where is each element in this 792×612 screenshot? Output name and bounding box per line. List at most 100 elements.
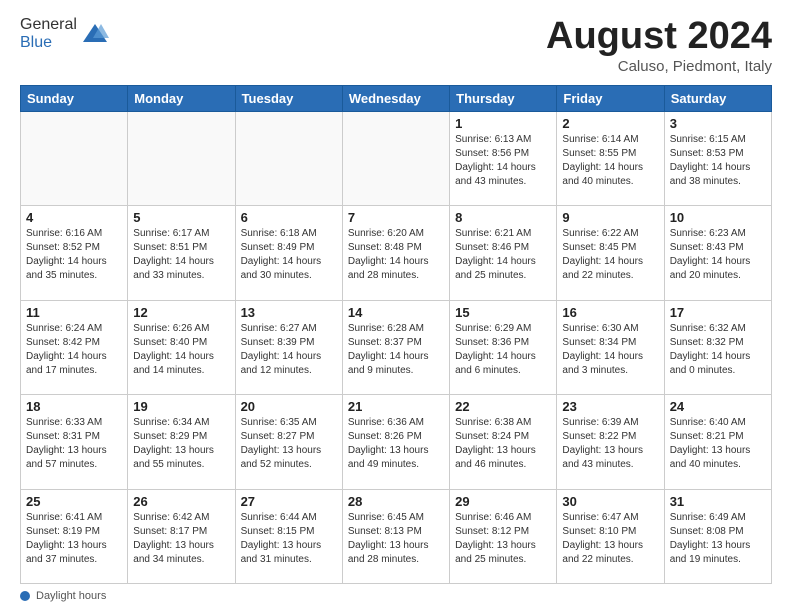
calendar-cell: 8 Sunrise: 6:21 AM Sunset: 8:46 PM Daylig… bbox=[450, 206, 557, 300]
day-info: Sunrise: 6:15 AM Sunset: 8:53 PM Dayligh… bbox=[670, 133, 766, 189]
calendar-cell: 6Sunrise: 6:18 AM Sunset: 8:49 PM Daylig… bbox=[235, 206, 342, 300]
calendar-cell: 19Sunrise: 6:34 AM Sunset: 8:29 PM Dayli… bbox=[128, 395, 235, 489]
logo-general-text: General bbox=[20, 16, 77, 33]
day-info: Sunrise: 6:44 AM Sunset: 8:15 PM Dayligh… bbox=[241, 511, 337, 567]
day-info: Sunrise: 6:41 AM Sunset: 8:19 PM Dayligh… bbox=[26, 511, 122, 567]
col-header-tuesday: Tuesday bbox=[235, 85, 342, 111]
day-info: Sunrise: 6:26 AM Sunset: 8:40 PM Dayligh… bbox=[133, 322, 229, 378]
footer: Daylight hours bbox=[20, 590, 772, 602]
day-info: Sunrise: 6:45 AM Sunset: 8:13 PM Dayligh… bbox=[348, 511, 444, 567]
calendar-cell: 2 Sunrise: 6:14 AM Sunset: 8:55 PM Daylig… bbox=[557, 111, 664, 205]
day-number: 6 bbox=[241, 210, 337, 225]
calendar-cell: 18 Sunrise: 6:33 AM Sunset: 8:31 PM Dayli… bbox=[21, 395, 128, 489]
calendar-cell: 20Sunrise: 6:35 AM Sunset: 8:27 PM Dayli… bbox=[235, 395, 342, 489]
calendar-cell: 31 Sunrise: 6:49 AM Sunset: 8:08 PM Dayli… bbox=[664, 489, 771, 583]
day-info: Sunrise: 6:32 AM Sunset: 8:32 PM Dayligh… bbox=[670, 322, 766, 378]
day-number: 28 bbox=[348, 494, 444, 509]
day-info: Sunrise: 6:49 AM Sunset: 8:08 PM Dayligh… bbox=[670, 511, 766, 567]
day-number: 11 bbox=[26, 305, 122, 320]
calendar-cell: 23 Sunrise: 6:39 AM Sunset: 8:22 PM Dayli… bbox=[557, 395, 664, 489]
page: General Blue August 2024 Caluso, Piedmon… bbox=[0, 0, 792, 612]
day-number: 13 bbox=[241, 305, 337, 320]
calendar-cell: 28 Sunrise: 6:45 AM Sunset: 8:13 PM Dayli… bbox=[342, 489, 449, 583]
col-header-wednesday: Wednesday bbox=[342, 85, 449, 111]
header: General Blue August 2024 Caluso, Piedmon… bbox=[20, 16, 772, 75]
day-number: 2 bbox=[562, 116, 658, 131]
footer-label: Daylight hours bbox=[36, 590, 106, 602]
day-info: Sunrise: 6:23 AM Sunset: 8:43 PM Dayligh… bbox=[670, 227, 766, 283]
day-info: Sunrise: 6:30 AM Sunset: 8:34 PM Dayligh… bbox=[562, 322, 658, 378]
calendar-cell: 7 Sunrise: 6:20 AM Sunset: 8:48 PM Daylig… bbox=[342, 206, 449, 300]
subtitle: Caluso, Piedmont, Italy bbox=[546, 58, 772, 75]
day-info: Sunrise: 6:14 AM Sunset: 8:55 PM Dayligh… bbox=[562, 133, 658, 189]
day-number: 18 bbox=[26, 399, 122, 414]
col-header-thursday: Thursday bbox=[450, 85, 557, 111]
day-number: 29 bbox=[455, 494, 551, 509]
col-header-sunday: Sunday bbox=[21, 85, 128, 111]
day-info: Sunrise: 6:40 AM Sunset: 8:21 PM Dayligh… bbox=[670, 416, 766, 472]
day-info: Sunrise: 6:24 AM Sunset: 8:42 PM Dayligh… bbox=[26, 322, 122, 378]
week-row-1: 4 Sunrise: 6:16 AM Sunset: 8:52 PM Daylig… bbox=[21, 206, 772, 300]
day-number: 24 bbox=[670, 399, 766, 414]
day-info: Sunrise: 6:39 AM Sunset: 8:22 PM Dayligh… bbox=[562, 416, 658, 472]
calendar-cell: 14 Sunrise: 6:28 AM Sunset: 8:37 PM Dayli… bbox=[342, 300, 449, 394]
calendar-cell: 13 Sunrise: 6:27 AM Sunset: 8:39 PM Dayli… bbox=[235, 300, 342, 394]
day-number: 1 bbox=[455, 116, 551, 131]
calendar-table: SundayMondayTuesdayWednesdayThursdayFrid… bbox=[20, 85, 772, 584]
day-number: 9 bbox=[562, 210, 658, 225]
day-info: Sunrise: 6:47 AM Sunset: 8:10 PM Dayligh… bbox=[562, 511, 658, 567]
calendar-cell: 16Sunrise: 6:30 AM Sunset: 8:34 PM Dayli… bbox=[557, 300, 664, 394]
day-number: 31 bbox=[670, 494, 766, 509]
calendar-cell bbox=[235, 111, 342, 205]
calendar-cell: 26 Sunrise: 6:42 AM Sunset: 8:17 PM Dayli… bbox=[128, 489, 235, 583]
day-info: Sunrise: 6:42 AM Sunset: 8:17 PM Dayligh… bbox=[133, 511, 229, 567]
title-block: August 2024 Caluso, Piedmont, Italy bbox=[546, 16, 772, 75]
day-number: 7 bbox=[348, 210, 444, 225]
calendar-cell: 24 Sunrise: 6:40 AM Sunset: 8:21 PM Dayli… bbox=[664, 395, 771, 489]
day-info: Sunrise: 6:38 AM Sunset: 8:24 PM Dayligh… bbox=[455, 416, 551, 472]
day-number: 23 bbox=[562, 399, 658, 414]
calendar-cell: 3 Sunrise: 6:15 AM Sunset: 8:53 PM Daylig… bbox=[664, 111, 771, 205]
day-info: Sunrise: 6:27 AM Sunset: 8:39 PM Dayligh… bbox=[241, 322, 337, 378]
logo: General Blue bbox=[20, 16, 109, 52]
calendar-cell: 21 Sunrise: 6:36 AM Sunset: 8:26 PM Dayli… bbox=[342, 395, 449, 489]
week-row-3: 18 Sunrise: 6:33 AM Sunset: 8:31 PM Dayli… bbox=[21, 395, 772, 489]
day-info: Sunrise: 6:20 AM Sunset: 8:48 PM Dayligh… bbox=[348, 227, 444, 283]
day-info: Sunrise: 6:33 AM Sunset: 8:31 PM Dayligh… bbox=[26, 416, 122, 472]
calendar-cell: 4 Sunrise: 6:16 AM Sunset: 8:52 PM Daylig… bbox=[21, 206, 128, 300]
calendar-cell bbox=[128, 111, 235, 205]
calendar-cell bbox=[342, 111, 449, 205]
logo-blue-text: Blue bbox=[20, 34, 52, 51]
col-header-monday: Monday bbox=[128, 85, 235, 111]
calendar-cell: 5Sunrise: 6:17 AM Sunset: 8:51 PM Daylig… bbox=[128, 206, 235, 300]
day-info: Sunrise: 6:16 AM Sunset: 8:52 PM Dayligh… bbox=[26, 227, 122, 283]
calendar-cell: 15Sunrise: 6:29 AM Sunset: 8:36 PM Dayli… bbox=[450, 300, 557, 394]
col-header-saturday: Saturday bbox=[664, 85, 771, 111]
footer-dot-icon bbox=[20, 591, 30, 601]
day-info: Sunrise: 6:21 AM Sunset: 8:46 PM Dayligh… bbox=[455, 227, 551, 283]
day-number: 5 bbox=[133, 210, 229, 225]
day-number: 8 bbox=[455, 210, 551, 225]
day-info: Sunrise: 6:36 AM Sunset: 8:26 PM Dayligh… bbox=[348, 416, 444, 472]
calendar-cell: 11 Sunrise: 6:24 AM Sunset: 8:42 PM Dayli… bbox=[21, 300, 128, 394]
calendar-cell: 12Sunrise: 6:26 AM Sunset: 8:40 PM Dayli… bbox=[128, 300, 235, 394]
day-info: Sunrise: 6:46 AM Sunset: 8:12 PM Dayligh… bbox=[455, 511, 551, 567]
day-info: Sunrise: 6:28 AM Sunset: 8:37 PM Dayligh… bbox=[348, 322, 444, 378]
week-row-0: 1Sunrise: 6:13 AM Sunset: 8:56 PM Daylig… bbox=[21, 111, 772, 205]
day-number: 3 bbox=[670, 116, 766, 131]
day-info: Sunrise: 6:22 AM Sunset: 8:45 PM Dayligh… bbox=[562, 227, 658, 283]
day-number: 14 bbox=[348, 305, 444, 320]
calendar-cell: 1Sunrise: 6:13 AM Sunset: 8:56 PM Daylig… bbox=[450, 111, 557, 205]
calendar-cell: 29 Sunrise: 6:46 AM Sunset: 8:12 PM Dayli… bbox=[450, 489, 557, 583]
calendar-cell: 30Sunrise: 6:47 AM Sunset: 8:10 PM Dayli… bbox=[557, 489, 664, 583]
day-number: 20 bbox=[241, 399, 337, 414]
day-info: Sunrise: 6:29 AM Sunset: 8:36 PM Dayligh… bbox=[455, 322, 551, 378]
day-number: 26 bbox=[133, 494, 229, 509]
month-title: August 2024 bbox=[546, 16, 772, 58]
day-number: 4 bbox=[26, 210, 122, 225]
day-number: 22 bbox=[455, 399, 551, 414]
week-row-2: 11 Sunrise: 6:24 AM Sunset: 8:42 PM Dayli… bbox=[21, 300, 772, 394]
logo-icon bbox=[81, 20, 109, 48]
day-number: 27 bbox=[241, 494, 337, 509]
day-number: 21 bbox=[348, 399, 444, 414]
